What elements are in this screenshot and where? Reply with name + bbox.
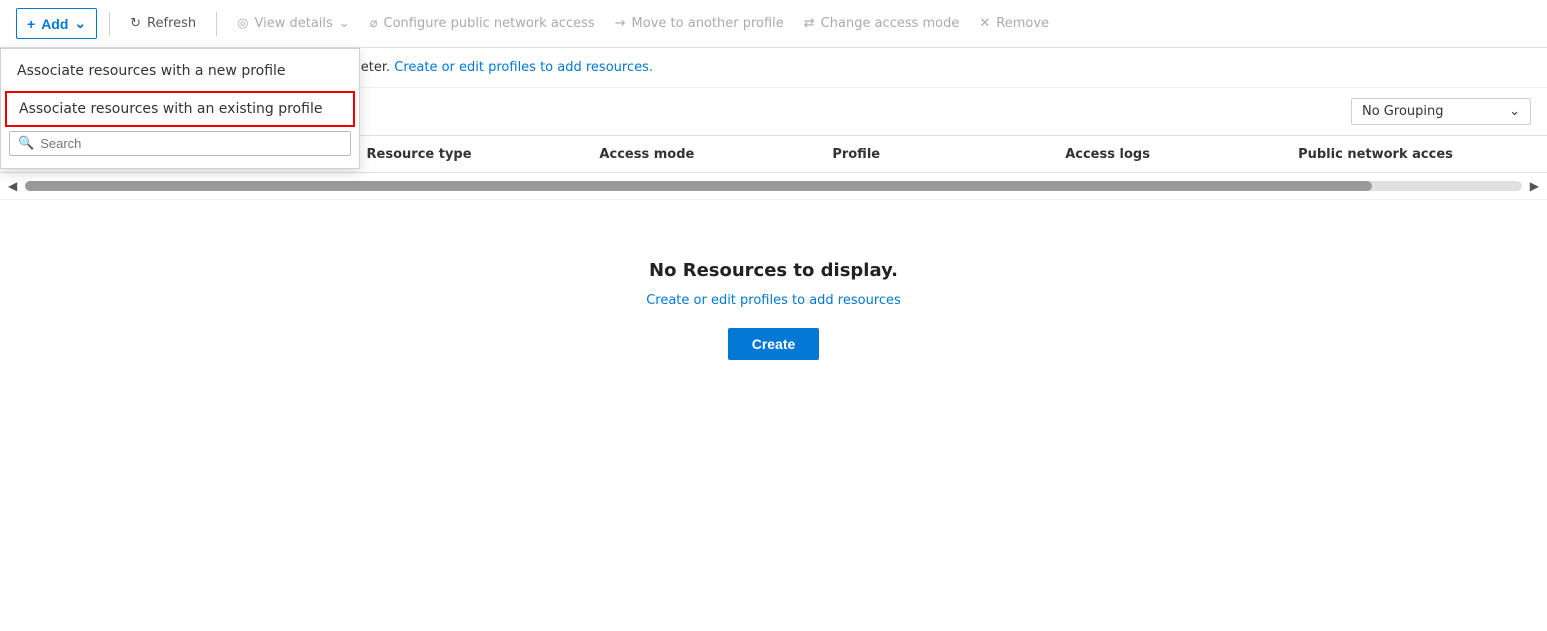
remove-button[interactable]: ✕ Remove: [971, 10, 1057, 37]
scroll-left-arrow[interactable]: ◀: [8, 179, 17, 193]
move-button[interactable]: → Move to another profile: [607, 10, 792, 37]
chevron-down-icon: ⌄: [74, 15, 86, 32]
add-button[interactable]: + Add ⌄: [16, 8, 97, 39]
chevron-down-icon-3: ⌄: [1509, 104, 1520, 119]
toolbar-divider-1: [109, 12, 110, 36]
view-details-label: View details: [254, 16, 332, 31]
col-header-profile: Profile: [832, 147, 1065, 162]
search-icon: 🔍: [18, 136, 34, 151]
change-access-label: Change access mode: [821, 16, 960, 31]
add-icon: +: [27, 16, 35, 32]
arrow-right-icon: →: [615, 16, 626, 31]
refresh-button[interactable]: ↻ Refresh: [122, 10, 204, 37]
col-header-type: Resource type: [367, 147, 600, 162]
view-details-button[interactable]: ◎ View details ⌄: [229, 10, 358, 37]
change-access-button[interactable]: ⇄ Change access mode: [796, 10, 968, 37]
refresh-label: Refresh: [147, 16, 196, 31]
col-header-access-mode: Access mode: [599, 147, 832, 162]
close-icon: ✕: [979, 16, 990, 31]
empty-title: No Resources to display.: [649, 260, 898, 281]
grouping-dropdown[interactable]: No Grouping ⌄: [1351, 98, 1531, 125]
configure-button[interactable]: ⌀ Configure public network access: [362, 10, 603, 37]
dropdown-search-box: 🔍: [9, 131, 351, 156]
scrollbar-track[interactable]: [25, 181, 1522, 191]
chevron-down-icon-2: ⌄: [339, 16, 350, 31]
configure-label: Configure public network access: [384, 16, 595, 31]
scroll-right-arrow[interactable]: ▶: [1530, 179, 1539, 193]
associate-existing-item[interactable]: Associate resources with an existing pro…: [5, 91, 355, 127]
empty-state: No Resources to display. Create or edit …: [0, 200, 1547, 420]
scrollbar-thumb: [25, 181, 1372, 191]
col-header-network: Public network acces: [1298, 147, 1531, 162]
info-link[interactable]: Create or edit profiles to add resources…: [394, 60, 653, 75]
dropdown-search-input[interactable]: [40, 136, 342, 151]
swap-icon: ⇄: [804, 16, 815, 31]
col-header-logs: Access logs: [1065, 147, 1298, 162]
add-dropdown-menu: Associate resources with a new profile A…: [0, 48, 360, 169]
empty-subtitle: Create or edit profiles to add resources: [646, 293, 901, 308]
grouping-label: No Grouping: [1362, 104, 1444, 119]
refresh-icon: ↻: [130, 16, 141, 31]
associate-new-item[interactable]: Associate resources with a new profile: [1, 53, 359, 89]
eye-icon: ◎: [237, 16, 248, 31]
move-label: Move to another profile: [632, 16, 784, 31]
create-edit-link[interactable]: Create or edit profiles to add resources: [646, 293, 901, 308]
create-button[interactable]: Create: [728, 328, 820, 360]
configure-icon: ⌀: [370, 16, 378, 31]
add-label: Add: [41, 16, 68, 32]
horizontal-scrollbar-row: ◀ ▶: [0, 173, 1547, 200]
remove-label: Remove: [996, 16, 1049, 31]
main-toolbar: + Add ⌄ ↻ Refresh ◎ View details ⌄ ⌀ Con…: [0, 0, 1547, 48]
toolbar-divider-2: [216, 12, 217, 36]
